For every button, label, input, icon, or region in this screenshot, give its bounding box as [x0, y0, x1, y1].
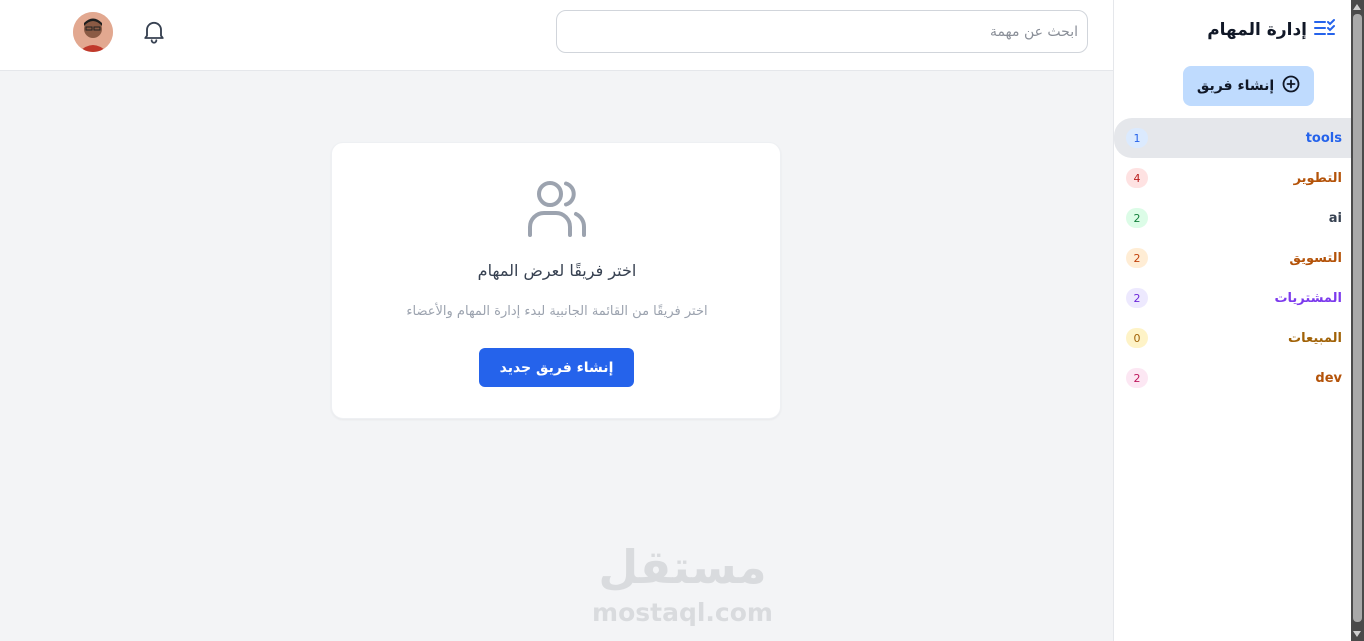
users-icon — [526, 179, 588, 237]
avatar[interactable] — [73, 12, 113, 52]
team-count-badge: 0 — [1126, 328, 1148, 348]
watermark-latin: mostaql.com — [592, 598, 773, 627]
watermark-arabic: مستقل — [598, 540, 767, 594]
team-name: ai — [1328, 210, 1342, 226]
empty-state-title: اختر فريقًا لعرض المهام — [477, 261, 637, 280]
top-header — [0, 0, 1113, 71]
create-team-label: إنشاء فريق — [1196, 78, 1275, 94]
new-team-button[interactable]: إنشاء فريق جديد — [479, 348, 634, 387]
sidebar: إدارة المهام إنشاء فريق tools 1 التطوير 4 ai… — [1113, 0, 1352, 641]
team-name: المبيعات — [1288, 330, 1342, 346]
bell-icon[interactable] — [140, 17, 168, 45]
team-count-badge: 1 — [1126, 128, 1148, 148]
team-name: التطوير — [1293, 170, 1342, 186]
team-name: dev — [1315, 370, 1342, 386]
empty-state-card: اختر فريقًا لعرض المهام اختر فريقًا من ا… — [331, 142, 781, 419]
team-name: التسويق — [1289, 250, 1342, 266]
sidebar-team-item[interactable]: tools 1 — [1114, 118, 1352, 158]
tasks-list-icon — [1313, 18, 1335, 42]
sidebar-team-item[interactable]: المشتريات 2 — [1114, 278, 1352, 318]
team-count-badge: 2 — [1126, 248, 1148, 268]
team-count-badge: 2 — [1126, 368, 1148, 388]
app-root: إدارة المهام إنشاء فريق tools 1 التطوير 4 ai… — [0, 0, 1364, 641]
team-count-badge: 2 — [1126, 288, 1148, 308]
team-list: tools 1 التطوير 4 ai 2 التسويق 2 المشتريات 2 المبي… — [1114, 118, 1352, 398]
search-input[interactable] — [556, 10, 1088, 53]
brand-title: إدارة المهام — [1207, 20, 1307, 40]
scroll-up-arrow[interactable] — [1353, 4, 1361, 10]
plus-circle-icon — [1282, 75, 1300, 97]
sidebar-team-item[interactable]: المبيعات 0 — [1114, 318, 1352, 358]
empty-state-subtitle: اختر فريقًا من القائمة الجانبية لبدء إدا… — [406, 304, 708, 319]
team-count-badge: 4 — [1126, 168, 1148, 188]
sidebar-team-item[interactable]: dev 2 — [1114, 358, 1352, 398]
team-name: المشتريات — [1274, 290, 1342, 306]
sidebar-brand: إدارة المهام — [1207, 18, 1335, 42]
sidebar-team-item[interactable]: ai 2 — [1114, 198, 1352, 238]
scroll-thumb[interactable] — [1353, 14, 1362, 622]
sidebar-team-item[interactable]: التسويق 2 — [1114, 238, 1352, 278]
scroll-down-arrow[interactable] — [1353, 631, 1361, 637]
scrollbar[interactable] — [1351, 0, 1364, 641]
team-count-badge: 2 — [1126, 208, 1148, 228]
create-team-button[interactable]: إنشاء فريق — [1183, 66, 1314, 106]
team-name: tools — [1305, 130, 1342, 146]
sidebar-team-item[interactable]: التطوير 4 — [1114, 158, 1352, 198]
